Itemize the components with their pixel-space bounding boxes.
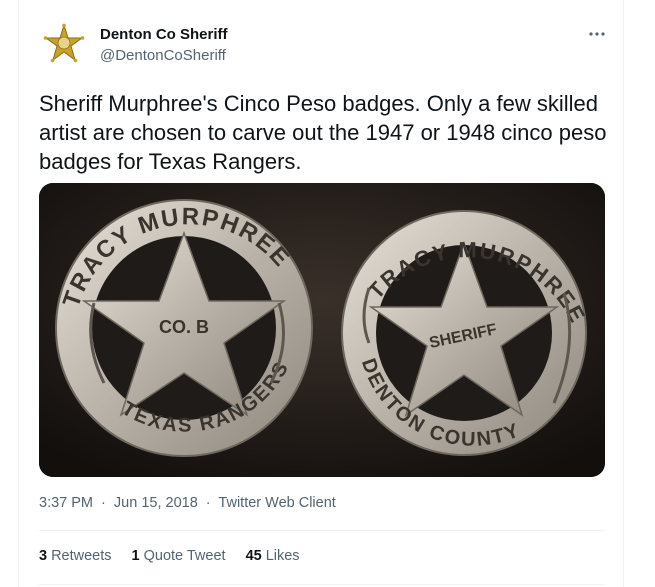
tweet-metadata: 3:37 PM · Jun 15, 2018 · Twitter Web Cli… (39, 495, 340, 511)
left-badge: TRACY MURPHREE TEXAS RANGERS CO. B (55, 199, 313, 457)
meta-separator: · (205, 495, 211, 511)
retweets-label: Retweets (51, 548, 112, 564)
likes-stat[interactable]: 45 Likes (246, 548, 300, 564)
retweets-count: 3 (39, 548, 48, 564)
tweet-photo[interactable]: TRACY MURPHREE TEXAS RANGERS CO. B TRACY… (39, 183, 605, 477)
tweet-date[interactable]: Jun 15, 2018 (114, 495, 198, 511)
display-name[interactable]: Denton Co Sheriff (100, 26, 228, 43)
quote-count: 1 (131, 548, 140, 564)
retweets-stat[interactable]: 3 Retweets (39, 548, 112, 564)
likes-count: 45 (245, 548, 262, 564)
meta-separator: · (101, 495, 106, 511)
tweet-card: Denton Co Sheriff @DentonCoSheriff Sheri… (18, 0, 624, 587)
avatar[interactable] (41, 22, 87, 68)
engagement-stats: 3 Retweets 1 Quote Tweet 45 Likes (39, 548, 320, 564)
divider (39, 530, 605, 531)
divider (39, 584, 605, 585)
tweet-client[interactable]: Twitter Web Client (218, 495, 335, 511)
page-margin (0, 0, 18, 587)
quote-label: Quote Tweet (143, 548, 226, 564)
tweet-time[interactable]: 3:37 PM (39, 495, 93, 511)
more-options-button[interactable] (587, 24, 607, 44)
likes-label: Likes (265, 548, 300, 564)
more-dots-icon (589, 32, 605, 36)
left-badge-star-text: CO. B (159, 317, 209, 337)
quote-tweets-stat[interactable]: 1 Quote Tweet (132, 548, 226, 564)
tweet-text: Sheriff Murphree's Cinco Peso badges. On… (39, 91, 607, 174)
user-handle[interactable]: @DentonCoSheriff (100, 47, 226, 64)
sheriff-star-badge-icon (42, 23, 86, 67)
